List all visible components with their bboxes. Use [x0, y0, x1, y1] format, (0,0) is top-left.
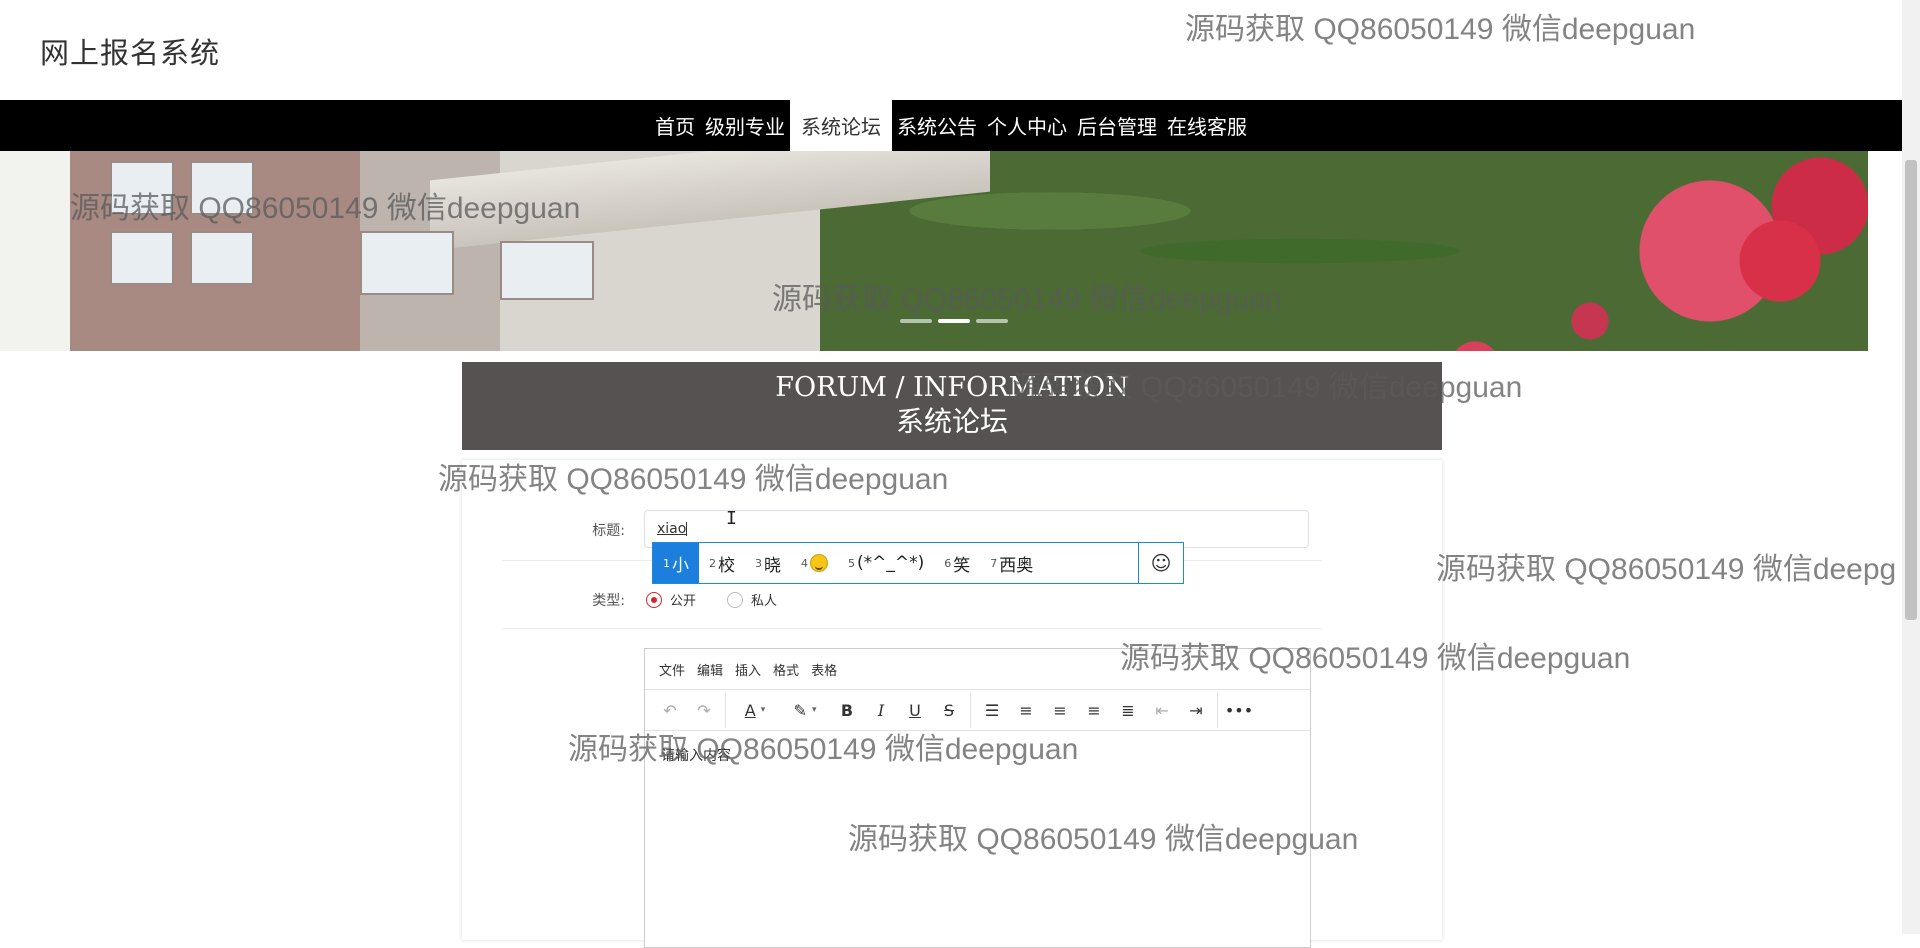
underline-icon[interactable]: U	[898, 695, 932, 725]
text-color-icon[interactable]: A ▾	[730, 695, 780, 725]
ime-candidate-1[interactable]: 1小	[653, 543, 699, 583]
ime-candidate-bar: 1小 2校 3晓 4 5 (*^_^*) 6笑 7 西奥 ☺	[652, 542, 1184, 584]
main-navbar: 首页 级别专业 系统论坛 系统公告 个人中心 后台管理 在线客服	[0, 100, 1902, 151]
menu-table[interactable]: 表格	[805, 660, 843, 679]
ime-emoji-button[interactable]: ☺	[1138, 543, 1183, 583]
menu-edit[interactable]: 编辑	[691, 660, 729, 679]
carousel-dot-active[interactable]	[938, 319, 970, 323]
outdent-icon[interactable]: ⇤	[1145, 695, 1179, 725]
radio-private-label: 私人	[751, 594, 778, 609]
nav-forum[interactable]: 系统论坛	[790, 100, 892, 151]
carousel-dot[interactable]	[976, 319, 1008, 323]
toolbar-separator	[725, 692, 726, 728]
banner-roof-shape	[430, 151, 990, 251]
strikethrough-icon[interactable]: S	[932, 695, 966, 725]
title-label: 标题:	[592, 523, 625, 539]
toolbar-separator	[970, 692, 971, 728]
editor-content[interactable]: 请输入内容	[645, 731, 1310, 779]
nav-online-support[interactable]: 在线客服	[1162, 100, 1252, 151]
form-divider	[502, 628, 1322, 629]
ime-candidate-5[interactable]: 5 (*^_^*)	[838, 543, 934, 583]
banner-window	[500, 241, 594, 300]
editor-toolbar: ↶ ↷ A ▾ ✎ ▾ B I U S ☰ ≡ ≡ ≡ ≣ ⇤ ⇥ •••	[645, 690, 1310, 731]
menu-format[interactable]: 格式	[767, 660, 805, 679]
banner-window	[190, 231, 254, 285]
ime-candidate-7[interactable]: 7 西奥	[980, 543, 1043, 583]
highlight-color-icon[interactable]: ✎ ▾	[780, 695, 830, 725]
title-input-value: xiao	[657, 521, 687, 537]
text-caret	[686, 522, 688, 536]
section-title-en: FORUM / INFORMATION	[775, 372, 1129, 403]
redo-icon[interactable]: ↷	[687, 695, 721, 725]
radio-public[interactable]: 公开	[646, 590, 696, 609]
scrollbar-thumb[interactable]	[1905, 160, 1917, 620]
justify-icon[interactable]: ≣	[1111, 695, 1145, 725]
page-scrollbar[interactable]	[1902, 0, 1920, 934]
align-right-icon[interactable]: ≡	[1077, 695, 1111, 725]
radio-private-circle[interactable]	[727, 591, 743, 608]
section-title-cn: 系统论坛	[895, 405, 1008, 438]
ime-candidate-6[interactable]: 6笑	[934, 543, 980, 583]
italic-icon[interactable]: I	[864, 695, 898, 725]
align-center-icon[interactable]: ≡	[1043, 695, 1077, 725]
radio-private[interactable]: 私人	[727, 590, 777, 609]
menu-file[interactable]: 文件	[653, 660, 691, 679]
type-label: 类型:	[592, 593, 625, 609]
nav-personal-center[interactable]: 个人中心	[982, 100, 1072, 151]
watermark-text: 源码获取 QQ86050149 微信deepg	[1436, 553, 1897, 586]
carousel-indicators	[900, 319, 1008, 323]
nav-admin[interactable]: 后台管理	[1072, 100, 1162, 151]
radio-public-circle[interactable]	[646, 591, 662, 608]
nav-home[interactable]: 首页	[650, 100, 700, 151]
watermark-text: 源码获取 QQ86050149 微信deepguan	[1185, 13, 1696, 46]
banner-window	[190, 161, 254, 215]
carousel-dot[interactable]	[900, 319, 932, 323]
ime-candidate-2[interactable]: 2校	[699, 543, 745, 583]
ime-candidate-3[interactable]: 3晓	[745, 543, 791, 583]
menu-insert[interactable]: 插入	[729, 660, 767, 679]
banner-window	[110, 161, 174, 215]
banner-window	[110, 231, 174, 285]
toolbar-separator	[1217, 692, 1218, 728]
bullet-list-icon[interactable]: ☰	[975, 695, 1009, 725]
bold-icon[interactable]: B	[830, 695, 864, 725]
indent-icon[interactable]: ⇥	[1179, 695, 1213, 725]
ibeam-cursor-icon: I	[726, 508, 737, 529]
banner-window	[360, 231, 454, 295]
nav-announcements[interactable]: 系统公告	[892, 100, 982, 151]
section-header: FORUM / INFORMATION 系统论坛	[462, 362, 1442, 450]
site-title: 网上报名系统	[40, 36, 221, 70]
rich-text-editor: 文件 编辑 插入 格式 表格 ↶ ↷ A ▾ ✎ ▾ B I U S ☰ ≡ ≡ ≡…	[644, 648, 1311, 948]
ime-candidate-4[interactable]: 4	[791, 543, 838, 583]
nav-levels-majors[interactable]: 级别专业	[700, 100, 790, 151]
align-left-icon[interactable]: ≡	[1009, 695, 1043, 725]
more-icon[interactable]: •••	[1222, 695, 1256, 725]
editor-menubar: 文件 编辑 插入 格式 表格	[645, 649, 1310, 690]
smiley-emoji-icon	[810, 554, 828, 572]
radio-public-label: 公开	[670, 594, 697, 609]
undo-icon[interactable]: ↶	[653, 695, 687, 725]
banner-carousel-image	[0, 151, 1868, 351]
